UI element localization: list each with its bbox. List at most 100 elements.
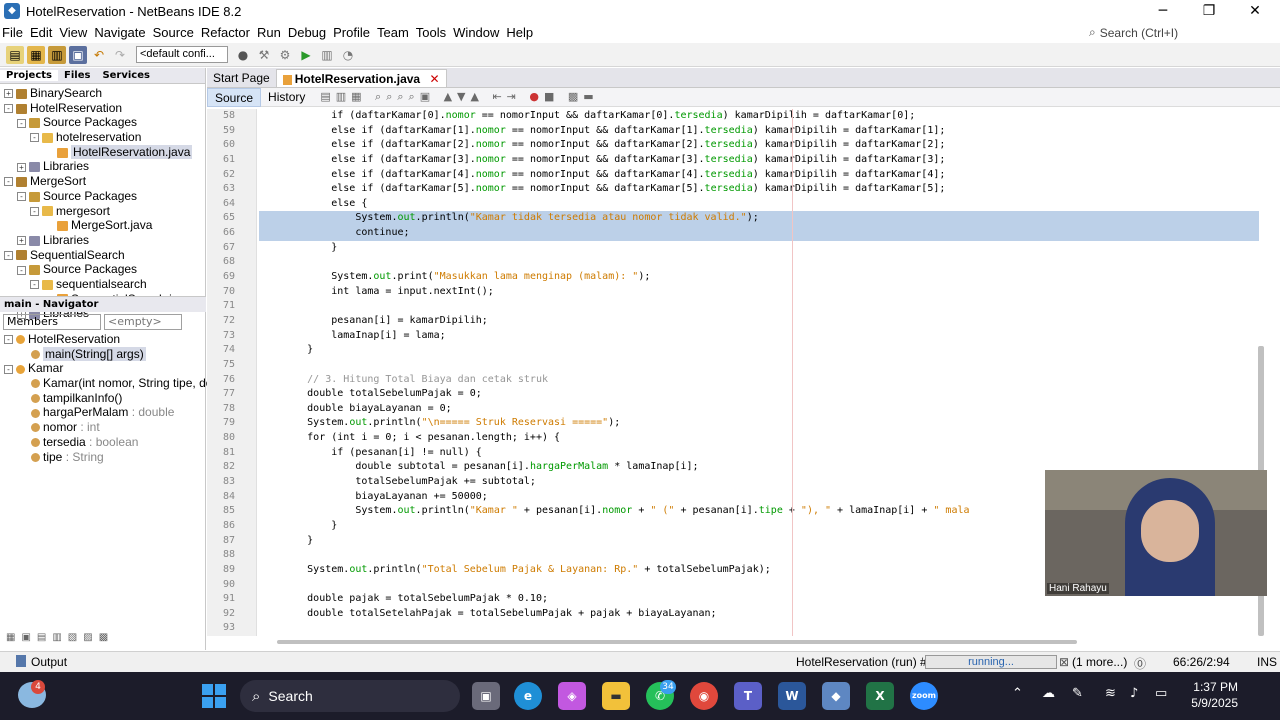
chrome-icon[interactable]: ◉ bbox=[690, 682, 718, 710]
menu-view[interactable]: View bbox=[59, 25, 87, 40]
tree-item[interactable]: - Source Packages bbox=[0, 115, 205, 130]
expand-toggle-icon[interactable]: - bbox=[30, 133, 39, 143]
profile-icon[interactable]: ◔ bbox=[339, 46, 357, 64]
task-view-icon[interactable]: ▣ bbox=[472, 682, 500, 710]
code-line[interactable]: if (pesanan[i] != null) { bbox=[259, 446, 1259, 461]
menu-run[interactable]: Run bbox=[257, 25, 281, 40]
navigator-item[interactable]: tampilkanInfo() bbox=[0, 391, 206, 406]
wifi-icon[interactable]: ≋ bbox=[1105, 686, 1116, 701]
navigator-item[interactable]: - HotelReservation bbox=[0, 332, 206, 347]
maximize-button[interactable]: ❐ bbox=[1186, 0, 1232, 22]
code-line[interactable]: lamaInap[i] = lama; bbox=[259, 329, 1259, 344]
menu-window[interactable]: Window bbox=[453, 25, 499, 40]
navigator-item[interactable]: hargaPerMalam : double bbox=[0, 405, 206, 420]
code-line[interactable]: else if (daftarKamar[5].nomor == nomorIn… bbox=[259, 182, 1259, 197]
output-icon[interactable] bbox=[16, 655, 26, 667]
code-line[interactable]: else if (daftarKamar[4].nomor == nomorIn… bbox=[259, 168, 1259, 183]
clock-date[interactable]: 5/9/2025 bbox=[1186, 696, 1238, 710]
menu-debug[interactable]: Debug bbox=[288, 25, 326, 40]
build-target-icon[interactable]: ● bbox=[234, 46, 252, 64]
excel-icon[interactable]: X bbox=[866, 682, 894, 710]
start-icon[interactable] bbox=[202, 684, 226, 708]
netbeans-taskbar-icon[interactable]: ◆ bbox=[822, 682, 850, 710]
expand-toggle-icon[interactable]: + bbox=[17, 162, 26, 172]
code-line[interactable]: else { bbox=[259, 197, 1259, 212]
code-line[interactable] bbox=[259, 299, 1259, 314]
menu-team[interactable]: Team bbox=[377, 25, 409, 40]
minimize-button[interactable]: ─ bbox=[1140, 0, 1186, 22]
run-icon[interactable]: ▶ bbox=[297, 46, 315, 64]
tab-projects[interactable]: Projects bbox=[0, 70, 59, 81]
expand-toggle-icon[interactable]: - bbox=[4, 250, 13, 260]
code-line[interactable]: else if (daftarKamar[1].nomor == nomorIn… bbox=[259, 124, 1259, 139]
empty-select[interactable]: <empty> bbox=[104, 314, 182, 330]
expand-toggle-icon[interactable]: - bbox=[30, 280, 39, 290]
code-line[interactable]: else if (daftarKamar[3].nomor == nomorIn… bbox=[259, 153, 1259, 168]
cancel-icon[interactable]: ⊠ bbox=[1059, 655, 1069, 669]
code-line[interactable] bbox=[259, 621, 1259, 636]
notification-icon[interactable]: ⓪ bbox=[1134, 655, 1146, 672]
save-all-icon[interactable]: ▣ bbox=[69, 45, 87, 64]
teams-icon[interactable]: T bbox=[734, 682, 762, 710]
menu-file[interactable]: File bbox=[2, 25, 23, 40]
tree-item[interactable]: - SequentialSearch bbox=[0, 248, 205, 263]
output-tab[interactable]: Output bbox=[31, 655, 67, 669]
tab-services[interactable]: Services bbox=[96, 70, 156, 81]
code-line[interactable]: double totalSebelumPajak = 0; bbox=[259, 387, 1259, 402]
code-line[interactable]: double totalSetelahPajak = totalSebelumP… bbox=[259, 607, 1259, 622]
expand-toggle-icon[interactable]: - bbox=[17, 192, 26, 202]
config-select[interactable]: <default confi... bbox=[136, 46, 228, 63]
debug-icon[interactable]: ▥ bbox=[318, 46, 336, 64]
code-line[interactable]: else if (daftarKamar[2].nomor == nomorIn… bbox=[259, 138, 1259, 153]
onedrive-icon[interactable]: ☁ bbox=[1042, 686, 1055, 701]
new-file-icon[interactable]: ▤ bbox=[6, 45, 24, 64]
tab-hotelreservation-java[interactable]: HotelReservation.java ✕ bbox=[275, 69, 447, 87]
tree-item[interactable]: - sequentialsearch bbox=[0, 277, 205, 292]
navigator-item[interactable]: Kamar(int nomor, String tipe, dou bbox=[0, 376, 219, 391]
horizontal-scrollbar[interactable] bbox=[277, 640, 1077, 644]
expand-toggle-icon[interactable]: - bbox=[17, 265, 26, 275]
code-line[interactable]: if (daftarKamar[0].nomor == nomorInput &… bbox=[259, 109, 1259, 124]
volume-icon[interactable]: ♪ bbox=[1130, 686, 1138, 701]
file-explorer-icon[interactable]: ▬ bbox=[602, 682, 630, 710]
expand-toggle-icon[interactable]: - bbox=[4, 104, 13, 114]
menu-help[interactable]: Help bbox=[506, 25, 533, 40]
close-tab-icon[interactable]: ✕ bbox=[429, 72, 439, 86]
code-line[interactable] bbox=[259, 255, 1259, 270]
expand-toggle-icon[interactable]: - bbox=[17, 118, 26, 128]
tab-start-page[interactable]: Start Page bbox=[207, 69, 276, 87]
zoom-icon[interactable]: zoom bbox=[910, 682, 938, 710]
navigator-item[interactable]: tipe : String bbox=[0, 450, 206, 465]
edge-icon[interactable]: e bbox=[514, 682, 542, 710]
menu-navigate[interactable]: Navigate bbox=[94, 25, 145, 40]
tree-item[interactable]: - hotelreservation bbox=[0, 130, 205, 145]
code-line[interactable]: pesanan[i] = kamarDipilih; bbox=[259, 314, 1259, 329]
tree-item[interactable]: HotelReservation.java bbox=[0, 144, 205, 160]
code-line[interactable]: } bbox=[259, 343, 1259, 358]
navigator-item[interactable]: nomor : int bbox=[0, 420, 206, 435]
history-button[interactable]: History bbox=[261, 88, 312, 107]
code-line[interactable]: System.out.println("\n===== Struk Reserv… bbox=[259, 416, 1259, 431]
undo-icon[interactable]: ↶ bbox=[90, 46, 108, 64]
clean-build-icon[interactable]: ⚙ bbox=[276, 46, 294, 64]
navigator-item[interactable]: main(String[] args) bbox=[0, 346, 206, 362]
menu-edit[interactable]: Edit bbox=[30, 25, 52, 40]
word-icon[interactable]: W bbox=[778, 682, 806, 710]
tree-item[interactable]: - Source Packages bbox=[0, 262, 205, 277]
code-line[interactable]: System.out.println("Kamar tidak tersedia… bbox=[259, 211, 1259, 227]
code-line[interactable] bbox=[259, 358, 1259, 373]
tree-item[interactable]: - HotelReservation bbox=[0, 101, 205, 116]
search-input[interactable]: ⌕ Search (Ctrl+I) bbox=[1084, 24, 1272, 41]
code-line[interactable]: int lama = input.nextInt(); bbox=[259, 285, 1259, 300]
tree-item[interactable]: - mergesort bbox=[0, 204, 205, 219]
menu-source[interactable]: Source bbox=[153, 25, 194, 40]
tree-item[interactable]: - MergeSort bbox=[0, 174, 205, 189]
tab-files[interactable]: Files bbox=[58, 70, 96, 81]
clock-time[interactable]: 1:37 PM bbox=[1192, 680, 1238, 694]
expand-toggle-icon[interactable]: + bbox=[4, 89, 13, 99]
code-line[interactable]: } bbox=[259, 241, 1259, 256]
tray-chevron-icon[interactable]: ⌃ bbox=[1012, 686, 1023, 701]
taskbar-search[interactable]: ⌕ Search bbox=[240, 680, 460, 712]
tree-item[interactable]: + Libraries bbox=[0, 233, 205, 248]
code-line[interactable]: System.out.print("Masukkan lama menginap… bbox=[259, 270, 1259, 285]
